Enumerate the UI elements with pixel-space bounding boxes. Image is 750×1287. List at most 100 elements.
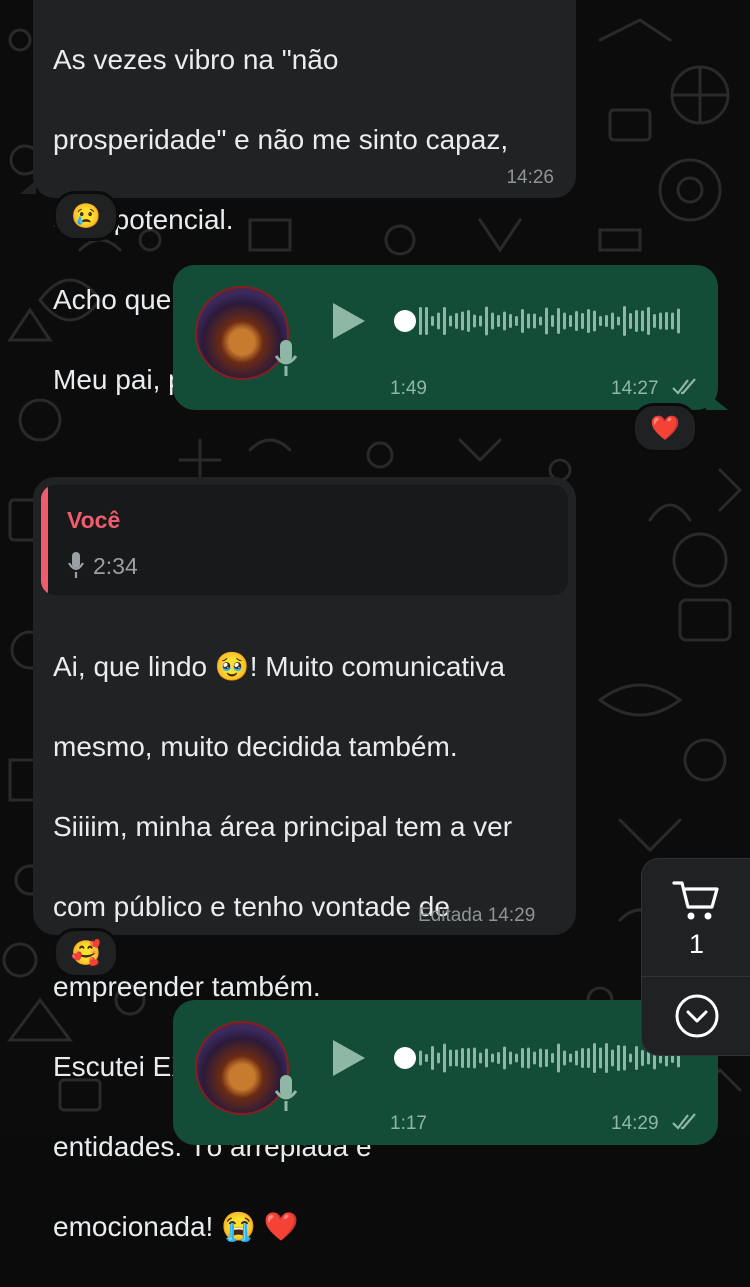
- waveform-bar: [581, 1048, 584, 1068]
- waveform-bar: [431, 316, 434, 326]
- waveform-bar: [551, 315, 554, 327]
- waveform-bar: [431, 1046, 434, 1070]
- waveform-bar: [587, 1048, 590, 1068]
- voice-duration: 1:17: [390, 1113, 427, 1134]
- waveform-bar: [503, 1046, 506, 1070]
- waveform-bar: [515, 316, 518, 326]
- waveform-bar: [617, 316, 620, 326]
- waveform-bar: [605, 315, 608, 327]
- message-text-line: Ai, que lindo 🥹! Muito comunicativa: [53, 651, 505, 682]
- waveform-bar: [569, 315, 572, 327]
- waveform-bar: [605, 1043, 608, 1073]
- waveform-bar: [611, 312, 614, 330]
- reaction-badge[interactable]: 🥰: [53, 928, 119, 978]
- waveform-bar: [521, 1048, 524, 1068]
- waveform-bar: [629, 1053, 632, 1063]
- waveform-bar: [443, 1043, 446, 1073]
- waveform-bar: [509, 1051, 512, 1065]
- voice-message-outgoing[interactable]: 1:17 14:29: [173, 1000, 718, 1145]
- waveform-bar: [485, 306, 488, 336]
- waveform-bar: [473, 314, 476, 328]
- waveform-bar: [587, 309, 590, 333]
- waveform-bar: [449, 315, 452, 327]
- waveform-bar: [557, 308, 560, 334]
- waveform-bar: [641, 1050, 644, 1066]
- waveform-bar: [575, 1050, 578, 1066]
- waveform-bar: [641, 310, 644, 332]
- waveform-bar: [599, 316, 602, 326]
- waveform-bar: [455, 313, 458, 329]
- waveform-bar: [467, 1048, 470, 1068]
- message-time: 14:29: [611, 1113, 659, 1134]
- waveform-bar: [635, 310, 638, 332]
- waveform-bar: [551, 1053, 554, 1063]
- chevron-down-circle-icon: [675, 994, 719, 1038]
- cart-count: 1: [688, 929, 705, 959]
- waveform-bar: [497, 1052, 500, 1064]
- message-time: 14:29: [487, 905, 536, 926]
- waveform-bar: [419, 307, 422, 335]
- bubble-tail: [20, 180, 36, 194]
- waveform-bar: [671, 312, 674, 330]
- waveform-bar: [545, 307, 548, 335]
- edited-label: Editada: [418, 905, 483, 926]
- waveform-bar: [521, 309, 524, 333]
- waveform-bar: [473, 1047, 476, 1069]
- waveform-bar: [491, 312, 494, 330]
- message-text-line: Siiiim, minha área principal tem a ver: [53, 811, 513, 842]
- waveform-bar: [581, 313, 584, 329]
- playback-slider-knob[interactable]: [394, 1047, 416, 1069]
- playback-slider-knob[interactable]: [394, 310, 416, 332]
- message-bubble-incoming[interactable]: As vezes vibro na "não prosperidade" e n…: [33, 0, 576, 395]
- quote-author: Você: [67, 507, 121, 533]
- double-check-icon: [672, 378, 696, 395]
- message-time: 14:27: [611, 378, 659, 399]
- scroll-to-bottom-button[interactable]: [641, 976, 750, 1056]
- waveform-bar: [623, 306, 626, 336]
- waveform-bar: [629, 313, 632, 329]
- waveform-bar: [515, 1053, 518, 1063]
- waveform-bar: [527, 1047, 530, 1069]
- play-button[interactable]: [333, 1040, 365, 1076]
- voice-duration: 1:49: [390, 378, 427, 399]
- waveform-bar: [617, 1045, 620, 1071]
- play-button[interactable]: [333, 303, 365, 339]
- waveform-bar: [485, 1048, 488, 1068]
- message-text-line: emocionada! 😭 ❤️: [53, 1211, 299, 1242]
- waveform-bar: [665, 312, 668, 330]
- mic-icon: [274, 340, 298, 376]
- message-bubble-incoming[interactable]: Você 2:34 Ai, que lindo 🥹! Muito comunic…: [33, 477, 576, 1242]
- reaction-badge[interactable]: ❤️: [632, 403, 698, 453]
- waveform-bar: [563, 1050, 566, 1066]
- waveform-bar: [599, 1047, 602, 1069]
- waveform-bar: [677, 308, 680, 334]
- waveform-bar: [449, 1049, 452, 1067]
- mic-icon: [274, 1075, 298, 1111]
- waveform-bar: [593, 310, 596, 332]
- message-text-line: mesmo, muito decidida também.: [53, 731, 458, 762]
- waveform-bar: [497, 315, 500, 327]
- message-text-line: prosperidade" e não me sinto capaz,: [53, 124, 509, 155]
- waveform-bar: [623, 1045, 626, 1071]
- waveform-bar: [479, 1052, 482, 1064]
- waveform-bar: [647, 307, 650, 335]
- waveform-bar: [539, 316, 542, 326]
- cart-icon: [672, 881, 719, 920]
- waveform-bar: [527, 313, 530, 329]
- waveform-bar: [575, 311, 578, 331]
- reaction-emoji: 😢: [71, 202, 101, 230]
- quote-accent-bar: [41, 485, 48, 595]
- cart-button[interactable]: 1: [641, 858, 750, 977]
- waveform-bar: [461, 1048, 464, 1068]
- quote-duration: 2:34: [93, 553, 138, 579]
- waveform[interactable]: [419, 303, 689, 339]
- double-check-icon: [672, 1113, 696, 1130]
- waveform-bar: [467, 310, 470, 332]
- voice-message-outgoing[interactable]: 1:49 14:27: [173, 265, 718, 410]
- waveform-bar: [491, 1053, 494, 1063]
- waveform-bar: [425, 307, 428, 335]
- quoted-message[interactable]: Você 2:34: [41, 485, 568, 595]
- waveform-bar: [533, 313, 536, 329]
- waveform-bar: [659, 312, 662, 330]
- reaction-badge[interactable]: 😢: [53, 191, 119, 241]
